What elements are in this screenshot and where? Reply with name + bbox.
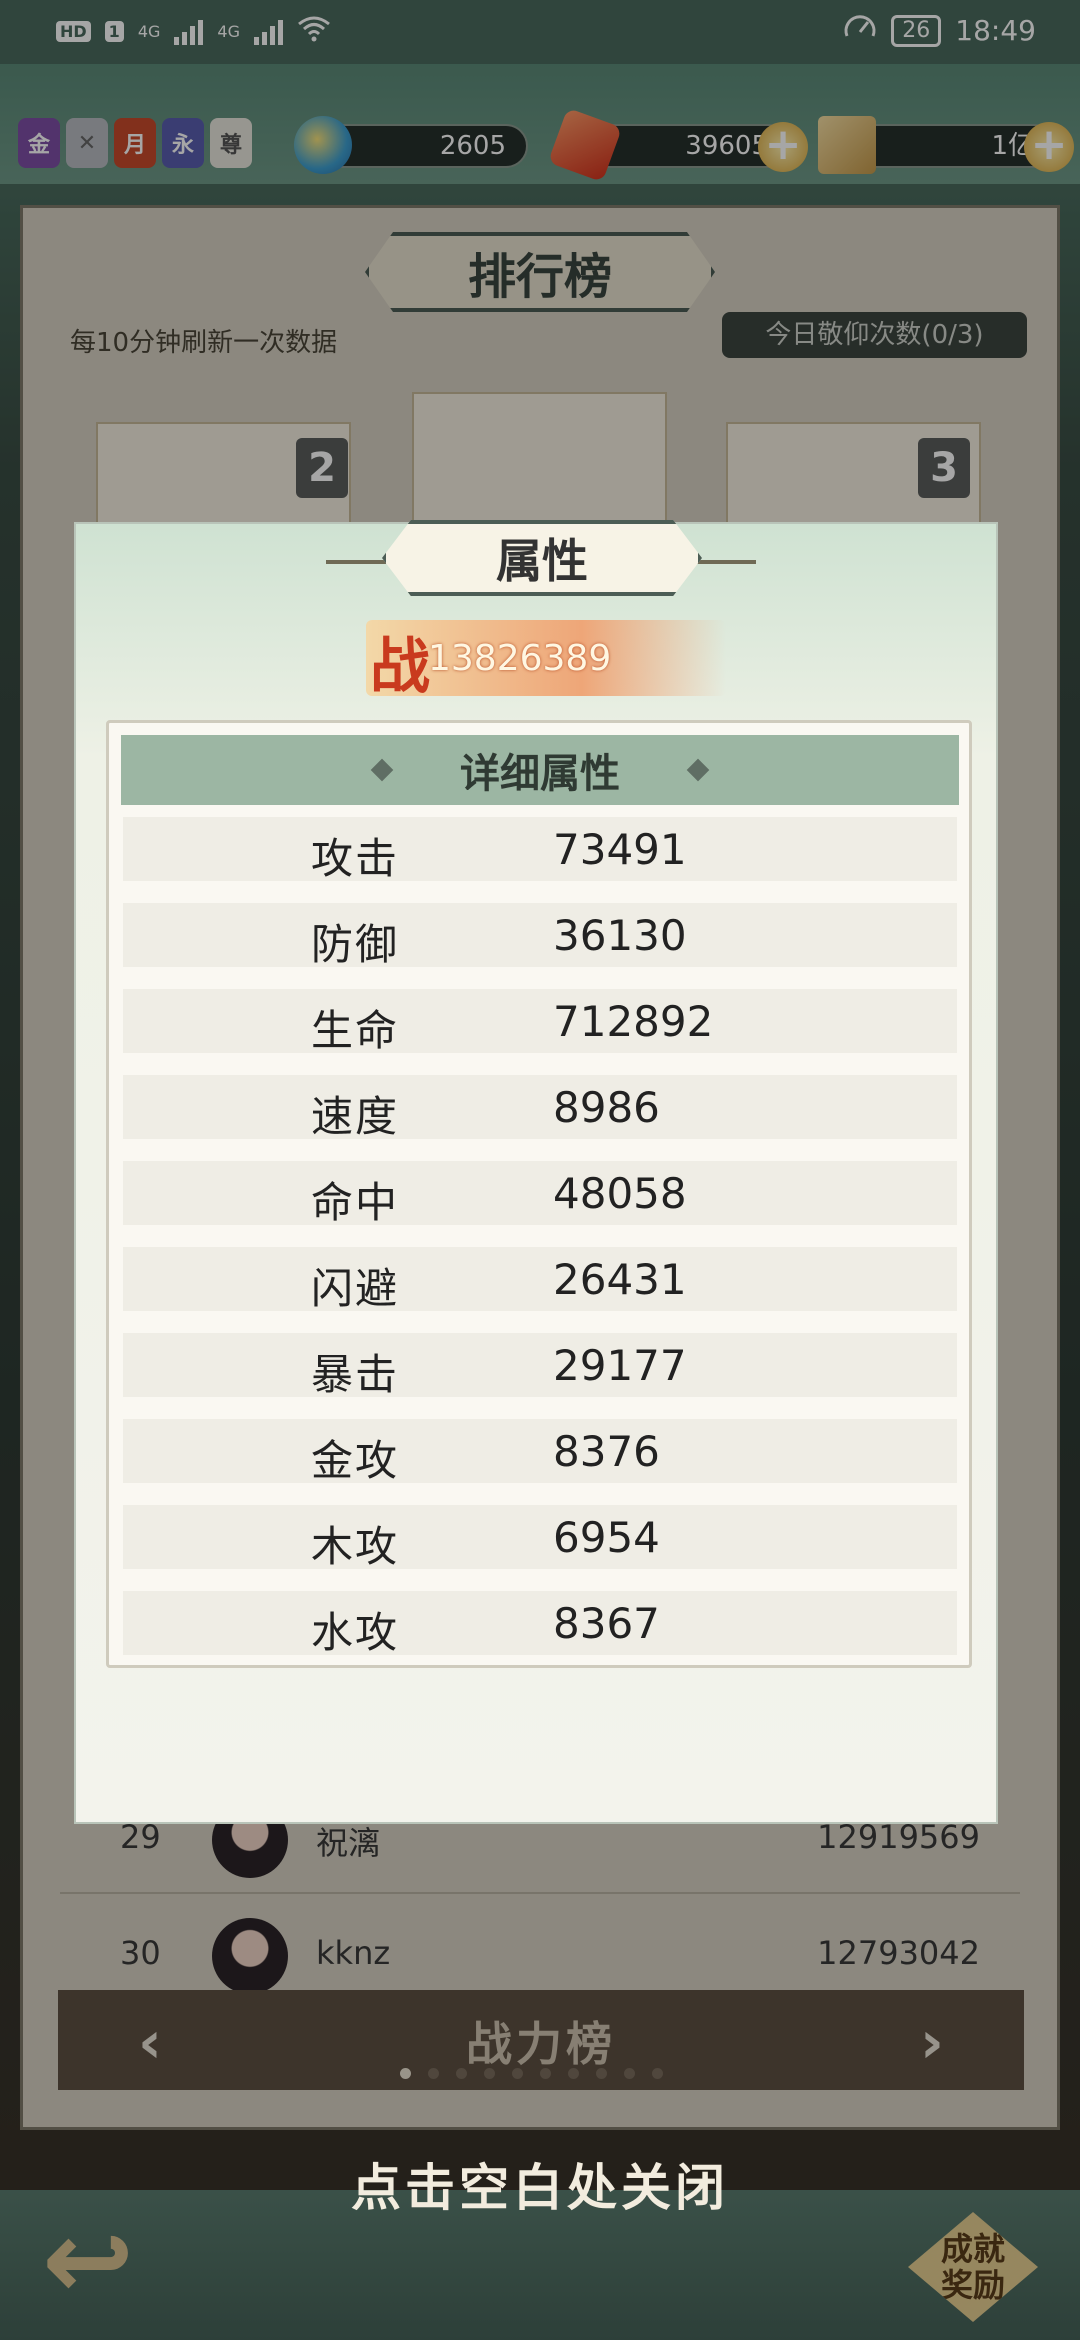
title-ornament-left <box>326 560 386 564</box>
attribute-value: 36130 <box>553 911 687 960</box>
combat-power: 战 13826389 <box>366 620 726 702</box>
attribute-name: 水攻 <box>311 1608 400 1657</box>
attribute-name: 生命 <box>311 1006 400 1055</box>
attribute-name: 攻击 <box>311 834 400 883</box>
attribute-name: 速度 <box>311 1092 400 1141</box>
attribute-name: 暴击 <box>311 1350 400 1399</box>
combat-power-prefix: 战 <box>370 632 430 702</box>
attribute-value: 26431 <box>553 1255 687 1304</box>
diamond-left-icon <box>370 758 394 782</box>
attribute-value: 8376 <box>553 1427 660 1476</box>
attribute-row: 水攻 8367 <box>123 1591 957 1657</box>
attribute-name: 木攻 <box>311 1522 400 1571</box>
attribute-value: 48058 <box>553 1169 687 1218</box>
modal-title: 属性 <box>382 520 702 596</box>
detail-attributes-panel: 详细属性 攻击 73491 防御 36130 生命 712892 速度 8986 命中 4… <box>106 720 972 1668</box>
attribute-row: 速度 8986 <box>123 1075 957 1141</box>
combat-power-value: 13826389 <box>428 638 612 679</box>
attribute-name: 闪避 <box>311 1264 400 1313</box>
title-ornament-right <box>696 560 756 564</box>
attribute-row: 生命 712892 <box>123 989 957 1055</box>
close-tip: 点击空白处关闭 <box>351 2159 729 2217</box>
attribute-row: 木攻 6954 <box>123 1505 957 1571</box>
attribute-row: 暴击 29177 <box>123 1333 957 1399</box>
attribute-row: 闪避 26431 <box>123 1247 957 1313</box>
attribute-name: 金攻 <box>311 1436 400 1485</box>
attribute-name: 命中 <box>311 1178 400 1227</box>
attribute-row: 攻击 73491 <box>123 817 957 883</box>
attribute-row: 防御 36130 <box>123 903 957 969</box>
attribute-value: 8986 <box>553 1083 660 1132</box>
diamond-right-icon <box>686 758 710 782</box>
section-header: 详细属性 <box>121 735 959 805</box>
attribute-row: 命中 48058 <box>123 1161 957 1227</box>
attribute-value: 73491 <box>553 825 687 874</box>
attribute-value: 29177 <box>553 1341 687 1390</box>
attribute-value: 6954 <box>553 1513 660 1562</box>
section-title: 详细属性 <box>460 751 620 797</box>
attribute-row: 金攻 8376 <box>123 1419 957 1485</box>
screen: HD 1 4G 4G 26 18:49 金 ✕ 月 永 尊 2605 39605… <box>0 0 1080 2340</box>
attribute-value: 8367 <box>553 1599 660 1648</box>
attributes-modal: 属性 战 13826389 详细属性 攻击 73491 防御 36130 生命 712… <box>74 520 998 1824</box>
attribute-name: 防御 <box>311 920 400 969</box>
attribute-value: 712892 <box>553 997 714 1046</box>
